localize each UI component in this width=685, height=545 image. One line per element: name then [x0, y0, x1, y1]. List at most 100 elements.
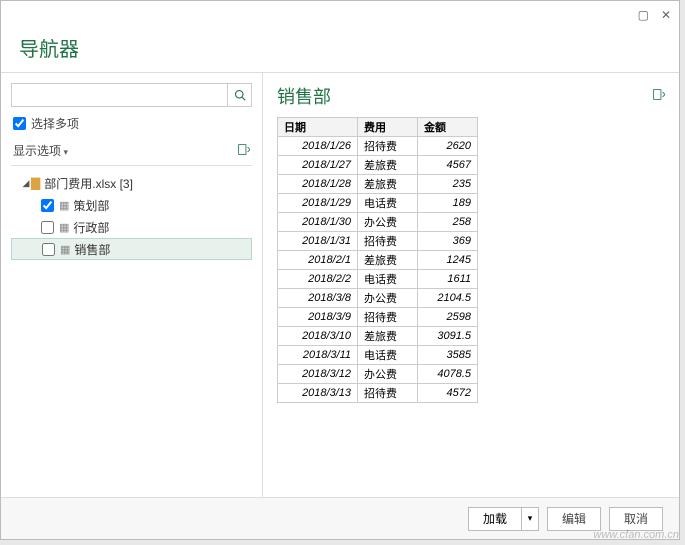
maximize-icon[interactable]: ▢ [638, 8, 649, 22]
tree-sheet-item[interactable]: ▦ 策划部 [11, 194, 252, 216]
cell-amount: 1245 [418, 251, 478, 270]
cell-type: 电话费 [358, 194, 418, 213]
tree-item-checkbox[interactable] [42, 243, 55, 256]
cell-amount: 4078.5 [418, 365, 478, 384]
table-row: 2018/3/9招待费2598 [278, 308, 478, 327]
table-row: 2018/2/1差旅费1245 [278, 251, 478, 270]
close-icon[interactable]: ✕ [661, 8, 671, 22]
cell-type: 电话费 [358, 270, 418, 289]
tree-item-checkbox[interactable] [41, 221, 54, 234]
table-row: 2018/1/26招待费2620 [278, 137, 478, 156]
select-multiple-input[interactable] [13, 117, 26, 130]
cell-type: 电话费 [358, 346, 418, 365]
tree-item-label: 行政部 [73, 219, 109, 236]
cell-date: 2018/1/27 [278, 156, 358, 175]
cell-date: 2018/3/10 [278, 327, 358, 346]
preview-header: 销售部 [277, 83, 665, 109]
cell-type: 招待费 [358, 384, 418, 403]
cell-date: 2018/1/31 [278, 232, 358, 251]
tree-root-file[interactable]: ◢ ▇ 部门费用.xlsx [3] [11, 172, 252, 194]
cell-date: 2018/3/13 [278, 384, 358, 403]
cell-date: 2018/1/28 [278, 175, 358, 194]
preview-title: 销售部 [277, 83, 331, 109]
table-header-cell: 金额 [418, 118, 478, 137]
table-row: 2018/1/31招待费369 [278, 232, 478, 251]
sheet-icon: ▦ [59, 199, 69, 212]
table-row: 2018/3/8办公费2104.5 [278, 289, 478, 308]
cell-date: 2018/3/12 [278, 365, 358, 384]
cell-type: 招待费 [358, 232, 418, 251]
load-button[interactable]: 加载 [468, 507, 521, 531]
cell-amount: 235 [418, 175, 478, 194]
cell-amount: 2620 [418, 137, 478, 156]
table-header-cell: 费用 [358, 118, 418, 137]
cell-amount: 4567 [418, 156, 478, 175]
table-header-cell: 日期 [278, 118, 358, 137]
table-row: 2018/3/10差旅费3091.5 [278, 327, 478, 346]
cell-amount: 2598 [418, 308, 478, 327]
caret-down-icon[interactable]: ◢ [21, 178, 31, 189]
load-dropdown-button[interactable]: ▾ [521, 507, 539, 531]
preview-pane: 销售部 日期费用金额 2018/1/26招待费26202018/1/27差旅费4… [263, 73, 679, 497]
left-pane: 选择多项 显示选项 ◢ ▇ 部门费用.xlsx [3] ▦策划部▦行政部▦销售部 [1, 73, 263, 497]
cell-date: 2018/3/8 [278, 289, 358, 308]
table-row: 2018/3/12办公费4078.5 [278, 365, 478, 384]
table-row: 2018/1/30办公费258 [278, 213, 478, 232]
cell-type: 招待费 [358, 137, 418, 156]
search-box [11, 83, 252, 107]
folder-icon: ▇ [31, 176, 40, 190]
preview-action-icon[interactable] [652, 88, 665, 104]
cell-amount: 3091.5 [418, 327, 478, 346]
table-row: 2018/3/11电话费3585 [278, 346, 478, 365]
cell-date: 2018/1/30 [278, 213, 358, 232]
titlebar: ▢ ✕ [1, 1, 679, 29]
cell-date: 2018/1/26 [278, 137, 358, 156]
select-multiple-label: 选择多项 [31, 115, 79, 132]
search-icon[interactable] [227, 84, 251, 106]
preview-table: 日期费用金额 2018/1/26招待费26202018/1/27差旅费45672… [277, 117, 478, 403]
cell-amount: 2104.5 [418, 289, 478, 308]
table-row: 2018/3/13招待费4572 [278, 384, 478, 403]
tree-sheet-item[interactable]: ▦ 销售部 [11, 238, 252, 260]
cell-date: 2018/2/1 [278, 251, 358, 270]
tree-item-checkbox[interactable] [41, 199, 54, 212]
cell-date: 2018/1/29 [278, 194, 358, 213]
cell-type: 差旅费 [358, 251, 418, 270]
display-options-row: 显示选项 [11, 140, 252, 166]
cell-type: 办公费 [358, 365, 418, 384]
edit-button[interactable]: 编辑 [547, 507, 601, 531]
table-row: 2018/2/2电话费1611 [278, 270, 478, 289]
navigator-dialog: ▢ ✕ 导航器 选择多项 显示选项 ◢ [0, 0, 680, 540]
tree-root-label: 部门费用.xlsx [3] [44, 175, 133, 192]
search-input[interactable] [12, 84, 227, 106]
cell-date: 2018/3/9 [278, 308, 358, 327]
content-area: 选择多项 显示选项 ◢ ▇ 部门费用.xlsx [3] ▦策划部▦行政部▦销售部… [1, 72, 679, 497]
cell-type: 差旅费 [358, 175, 418, 194]
sheet-icon: ▦ [59, 221, 69, 234]
table-row: 2018/1/29电话费189 [278, 194, 478, 213]
tree-sheet-item[interactable]: ▦ 行政部 [11, 216, 252, 238]
cell-date: 2018/3/11 [278, 346, 358, 365]
table-row: 2018/1/27差旅费4567 [278, 156, 478, 175]
cell-type: 办公费 [358, 213, 418, 232]
cell-type: 差旅费 [358, 327, 418, 346]
tree-item-label: 销售部 [74, 241, 110, 258]
refresh-icon[interactable] [237, 143, 250, 159]
load-button-group: 加载 ▾ [468, 507, 539, 531]
tree-item-label: 策划部 [73, 197, 109, 214]
cell-type: 招待费 [358, 308, 418, 327]
cell-amount: 1611 [418, 270, 478, 289]
cell-amount: 258 [418, 213, 478, 232]
cell-type: 差旅费 [358, 156, 418, 175]
display-options-dropdown[interactable]: 显示选项 [13, 142, 68, 159]
cell-date: 2018/2/2 [278, 270, 358, 289]
cancel-button[interactable]: 取消 [609, 507, 663, 531]
dialog-title: 导航器 [1, 29, 679, 72]
dialog-footer: 加载 ▾ 编辑 取消 [1, 497, 679, 539]
cell-amount: 3585 [418, 346, 478, 365]
cell-amount: 189 [418, 194, 478, 213]
sheet-icon: ▦ [60, 243, 70, 256]
select-multiple-checkbox[interactable]: 选择多项 [11, 115, 252, 132]
cell-amount: 369 [418, 232, 478, 251]
tree-view: ◢ ▇ 部门费用.xlsx [3] ▦策划部▦行政部▦销售部 [11, 172, 252, 260]
